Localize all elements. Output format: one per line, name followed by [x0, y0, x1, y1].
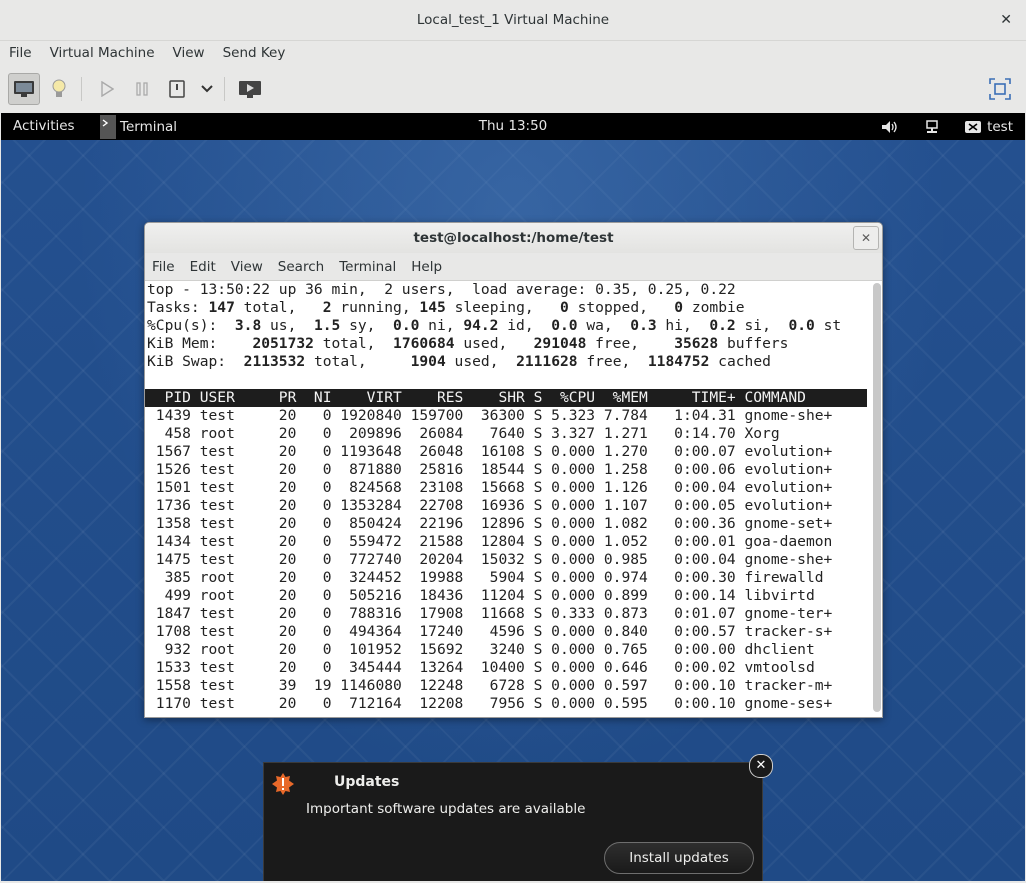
network-wired-icon: [926, 119, 938, 133]
process-row: 932 root 20 0 101952 15692 3240 S 0.000 …: [147, 641, 833, 658]
process-row: 499 root 20 0 505216 18436 11204 S 0.000…: [147, 587, 833, 604]
chevron-down-icon: [201, 85, 213, 93]
snapshot-button[interactable]: [234, 73, 266, 105]
volume-icon: [882, 120, 897, 133]
power-icon: [169, 80, 185, 98]
process-row: 1558 test 39 19 1146080 12248 6728 S 0.0…: [147, 677, 833, 694]
top-mem-line: KiB Mem: 2051732 total, 1760684 used, 29…: [147, 335, 789, 352]
toolbar-separator: [224, 77, 225, 101]
run-button[interactable]: [91, 73, 123, 105]
vm-menubar: File Virtual Machine View Send Key: [0, 41, 1026, 66]
process-row: 458 root 20 0 209896 26084 7640 S 3.327 …: [147, 425, 833, 442]
process-row: 385 root 20 0 324452 19988 5904 S 0.000 …: [147, 569, 833, 586]
shutdown-menu-button[interactable]: [196, 73, 218, 105]
process-row: 1736 test 20 0 1353284 22708 16936 S 0.0…: [147, 497, 833, 514]
lightbulb-icon: [52, 79, 66, 97]
screen-play-icon: [239, 81, 261, 98]
terminal-menubar: File Edit View Search Terminal Help: [145, 253, 882, 281]
menu-file[interactable]: File: [0, 41, 41, 66]
process-row: 1170 test 20 0 712164 12208 7956 S 0.000…: [147, 695, 833, 712]
terminal-titlebar[interactable]: test@localhost:/home/test ✕: [145, 223, 882, 253]
process-row: 1439 test 20 0 1920840 159700 36300 S 5.…: [147, 407, 833, 424]
process-row: 1358 test 20 0 850424 22196 12896 S 0.00…: [147, 515, 833, 532]
terminal-output[interactable]: top - 13:50:22 up 36 min, 2 users, load …: [145, 281, 867, 715]
gnome-top-bar: Activities Terminal Thu 13:50 test: [1, 113, 1025, 140]
notification-body: Important software updates are available: [306, 801, 586, 817]
terminal-window[interactable]: test@localhost:/home/test ✕ File Edit Vi…: [144, 222, 883, 718]
app-menu-terminal[interactable]: Terminal: [100, 113, 177, 140]
shutdown-button[interactable]: [161, 73, 193, 105]
top-uptime-line: top - 13:50:22 up 36 min, 2 users, load …: [147, 281, 736, 298]
vm-display[interactable]: Activities Terminal Thu 13:50 test test@…: [1, 113, 1025, 881]
terminal-title: test@localhost:/home/test: [413, 230, 614, 246]
terminal-menu-edit[interactable]: Edit: [183, 259, 224, 275]
updates-notification[interactable]: Updates Important software updates are a…: [263, 762, 763, 881]
top-swap-line: KiB Swap: 2113532 total, 1904 used, 2111…: [147, 353, 771, 370]
process-row: 1567 test 20 0 1193648 26048 16108 S 0.0…: [147, 443, 833, 460]
fullscreen-button[interactable]: [984, 73, 1016, 105]
process-row: 1475 test 20 0 772740 20204 15032 S 0.00…: [147, 551, 833, 568]
notification-close-icon[interactable]: ✕: [749, 754, 773, 778]
play-icon: [101, 81, 114, 97]
install-updates-button[interactable]: Install updates: [604, 842, 754, 874]
process-row: 1847 test 20 0 788316 17908 11668 S 0.33…: [147, 605, 833, 622]
process-row: 1501 test 20 0 824568 23108 15668 S 0.00…: [147, 479, 833, 496]
menu-virtual-machine[interactable]: Virtual Machine: [41, 41, 164, 66]
process-row: 1526 test 20 0 871880 25816 18544 S 0.00…: [147, 461, 833, 478]
terminal-menu-file[interactable]: File: [145, 259, 183, 275]
terminal-menu-help[interactable]: Help: [404, 259, 450, 275]
terminal-scrollbar[interactable]: [873, 283, 881, 712]
pause-button[interactable]: [126, 73, 158, 105]
details-view-button[interactable]: [43, 73, 75, 105]
menu-send-key[interactable]: Send Key: [214, 41, 295, 66]
process-row: 1533 test 20 0 345444 13264 10400 S 0.00…: [147, 659, 833, 676]
top-tasks-line: Tasks: 147 total, 2 running, 145 sleepin…: [147, 299, 745, 316]
process-row: 1434 test 20 0 559472 21588 12804 S 0.00…: [147, 533, 833, 550]
terminal-icon: [100, 114, 116, 139]
warning-icon: [272, 773, 294, 795]
process-table-header: PID USER PR NI VIRT RES SHR S %CPU %MEM …: [145, 389, 867, 407]
app-name: Terminal: [120, 118, 178, 135]
menu-view[interactable]: View: [164, 41, 214, 66]
terminal-close-icon[interactable]: ✕: [853, 226, 879, 250]
notification-title: Updates: [334, 774, 400, 790]
fullscreen-icon: [989, 78, 1011, 100]
monitor-icon: [14, 81, 34, 97]
console-view-button[interactable]: [8, 73, 40, 105]
window-close-icon[interactable]: ✕: [1000, 0, 1012, 40]
vm-toolbar: [0, 66, 1026, 112]
user-icon: [965, 120, 982, 133]
window-title: Local_test_1 Virtual Machine: [416, 12, 610, 28]
process-row: 1708 test 20 0 494364 17240 4596 S 0.000…: [147, 623, 833, 640]
terminal-menu-view[interactable]: View: [224, 259, 271, 275]
terminal-menu-search[interactable]: Search: [271, 259, 332, 275]
toolbar-separator: [81, 77, 82, 101]
top-cpu-line: %Cpu(s): 3.8 us, 1.5 sy, 0.0 ni, 94.2 id…: [147, 317, 842, 334]
window-titlebar: Local_test_1 Virtual Machine ✕: [0, 0, 1026, 41]
pause-icon: [136, 82, 148, 96]
system-menu[interactable]: test: [881, 113, 1013, 140]
user-name: test: [987, 118, 1013, 135]
terminal-menu-terminal[interactable]: Terminal: [332, 259, 404, 275]
activities-button[interactable]: Activities: [13, 113, 75, 140]
